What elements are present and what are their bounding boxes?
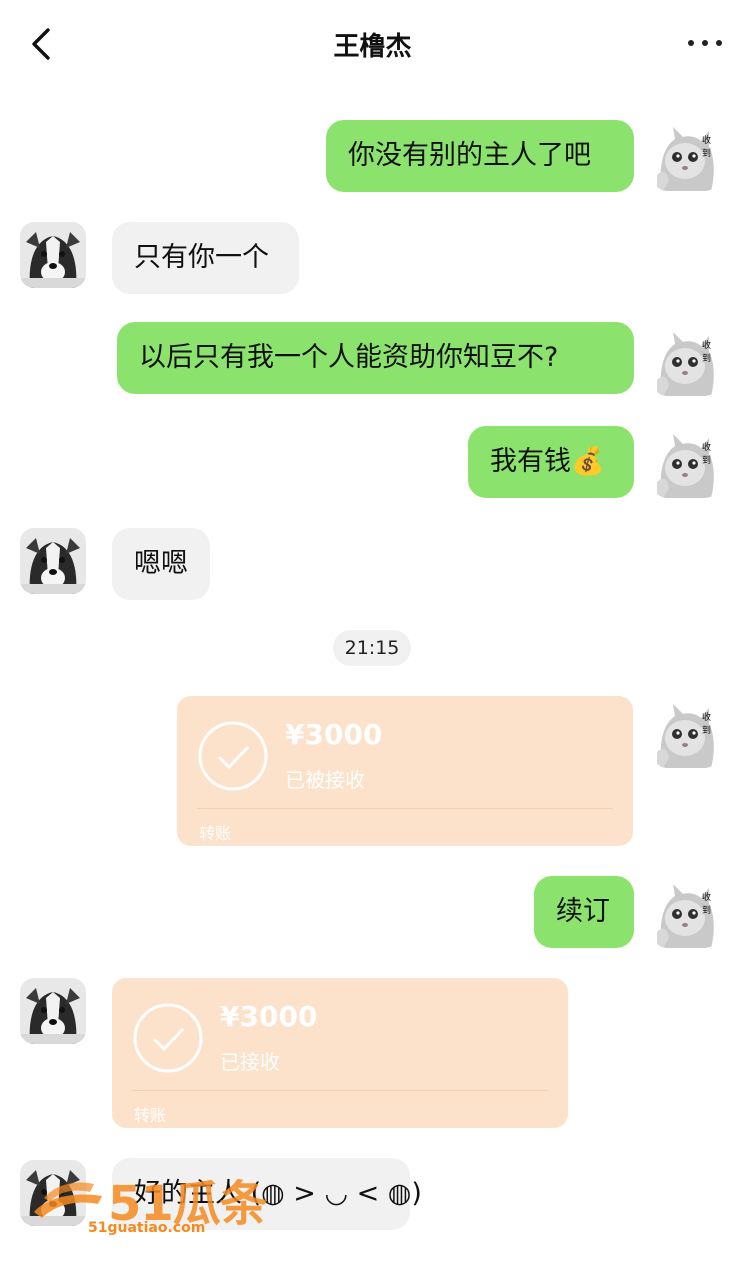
- avatar[interactable]: [20, 222, 86, 288]
- more-horizontal-icon: [688, 40, 694, 46]
- timestamp: 21:15: [333, 630, 411, 666]
- transfer-status: 已被接收: [285, 768, 365, 792]
- avatar-badge: 收到: [702, 341, 712, 364]
- avatar-badge: 收到: [702, 136, 712, 159]
- dog-avatar-icon: [20, 1160, 86, 1226]
- message-bubble-sent[interactable]: 我有钱💰: [468, 426, 634, 498]
- more-options-button[interactable]: [684, 28, 726, 58]
- message-bubble-received[interactable]: 只有你一个: [112, 222, 299, 294]
- message-bubble-received[interactable]: 好的主人 (◍ > ◡ < ◍): [112, 1158, 422, 1230]
- transfer-card[interactable]: ¥3000 已被接收 转账: [177, 696, 633, 846]
- transfer-label: 转账: [134, 1106, 167, 1125]
- avatar-badge: 收到: [702, 443, 712, 466]
- avatar[interactable]: 收到: [653, 882, 719, 948]
- transfer-amount: ¥3000: [285, 718, 383, 751]
- message-bubble-sent[interactable]: 续订: [534, 876, 634, 948]
- check-circle-icon: [197, 720, 269, 792]
- transfer-card[interactable]: ¥3000 已接收 转账: [112, 978, 568, 1128]
- avatar[interactable]: 收到: [653, 125, 719, 191]
- transfer-label: 转账: [199, 824, 232, 843]
- transfer-amount: ¥3000: [220, 1000, 318, 1033]
- message-bubble-received[interactable]: 嗯嗯: [112, 528, 210, 600]
- avatar[interactable]: 收到: [653, 432, 719, 498]
- avatar[interactable]: [20, 978, 86, 1044]
- avatar[interactable]: [20, 1160, 86, 1226]
- check-circle-icon: [132, 1002, 204, 1074]
- message-bubble-sent[interactable]: 你没有别的主人了吧: [326, 120, 634, 192]
- transfer-status: 已接收: [220, 1050, 280, 1074]
- avatar[interactable]: [20, 528, 86, 594]
- message-bubble-sent[interactable]: 以后只有我一个人能资助你知豆不?: [117, 322, 634, 394]
- chat-header: 王橹杰: [0, 0, 745, 90]
- divider: [197, 808, 613, 809]
- divider: [132, 1090, 548, 1091]
- avatar[interactable]: 收到: [653, 702, 719, 768]
- contact-name: 王橹杰: [333, 32, 412, 62]
- avatar-badge: 收到: [702, 713, 712, 736]
- avatar[interactable]: 收到: [653, 330, 719, 396]
- avatar-badge: 收到: [702, 893, 712, 916]
- dog-avatar-icon: [20, 978, 86, 1044]
- dog-avatar-icon: [20, 528, 86, 594]
- dog-avatar-icon: [20, 222, 86, 288]
